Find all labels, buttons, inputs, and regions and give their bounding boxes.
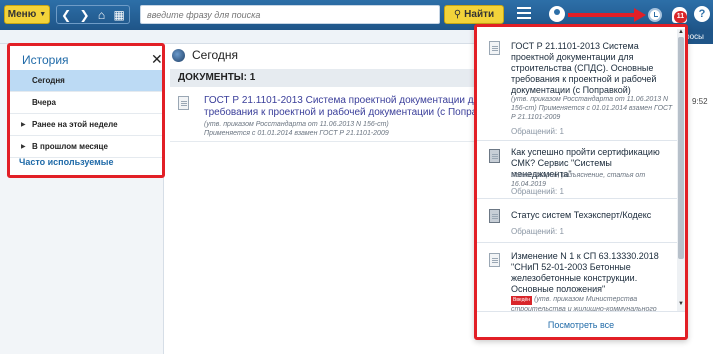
help-icon[interactable]: ? [694,6,710,22]
expand-triangle-icon: ▶ [21,144,26,150]
dropdown-item-meta: Введён (утв. приказом Министерства строит… [511,295,673,311]
home-icon[interactable]: ⌂ [98,9,105,21]
annotation-arrow-head [634,8,646,22]
dropdown-item-count: Обращений: 1 [511,187,564,196]
document-time: 9:52 [692,97,708,106]
user-icon[interactable] [549,6,565,22]
expand-triangle-icon: ▶ [21,122,26,128]
search-button[interactable]: ⚲ Найти [444,5,504,24]
history-item-label: В прошлом месяце [32,142,108,151]
article-icon [489,149,500,163]
today-label: Сегодня [192,48,238,62]
menu-button[interactable]: Меню ▼ [4,5,50,24]
dropdown-item-title[interactable]: Изменение N 1 к СП 63.13330.2018 "СНиП 5… [511,251,673,295]
document-title-line1[interactable]: ГОСТ Р 21.1101-2013 Система проектной до… [204,95,476,107]
dropdown-item-count: Обращений: 1 [511,127,564,136]
document-meta-line1: (утв. приказом Росстандарта от 11.06.201… [204,121,389,128]
dropdown-item-title[interactable]: Статус систем Техэксперт/Кодекс [511,210,673,221]
history-item-this-week[interactable]: ▶ Ранее на этой неделе [10,114,162,136]
scroll-up-icon[interactable]: ▲ [678,29,684,35]
document-row[interactable]: ГОСТ Р 21.1101-2013 Система проектной до… [170,90,476,142]
annotation-arrow-shaft [568,13,636,17]
documents-header: ДОКУМЕНТЫ: 1 [170,69,476,87]
dropdown-item[interactable]: Как успешно пройти сертификацию СМК? Сер… [477,143,677,199]
view-all-link[interactable]: Посмотреть все [477,311,685,337]
history-item-last-month[interactable]: ▶ В прошлом месяце [10,136,162,158]
history-item-yesterday[interactable]: Вчера [10,92,162,114]
dropdown-item[interactable]: Изменение N 1 к СП 63.13330.2018 "СНиП 5… [477,245,677,311]
document-icon [489,253,500,267]
search-button-label: Найти [464,9,495,20]
chevron-down-icon: ▼ [39,11,47,18]
dropdown-item-title[interactable]: ГОСТ Р 21.1101-2013 Система проектной до… [511,41,673,96]
globe-icon [172,48,185,62]
dropdown-item-meta: (утв. приказом Росстандарта от 11.06.201… [511,96,673,121]
scrollbar-thumb[interactable] [678,37,684,259]
dropdown-item[interactable]: Статус систем Техэксперт/Кодекс Обращени… [477,201,677,243]
dropdown-item-meta-text: (утв. приказом Министерства строительств… [511,296,657,311]
dropdown-item[interactable]: ГОСТ Р 21.1101-2013 Система проектной до… [477,33,677,141]
dropdown-scrollbar[interactable]: ▲ ▼ [677,29,685,311]
notification-count-badge: 11 [674,11,687,23]
close-icon[interactable]: ✕ [151,51,163,68]
document-meta: (утв. приказом Росстандарта от 11.06.201… [204,120,389,138]
article-icon [489,209,500,223]
history-item-label: Ранее на этой неделе [32,120,118,129]
back-icon[interactable]: ❮ [61,9,71,21]
history-panel: История ✕ Сегодня Вчера ▶ Ранее на этой … [7,43,165,178]
hamburger-menu-icon[interactable] [517,7,531,21]
search-icon: ⚲ [453,9,462,20]
navigation-group: ❮ ❯ ⌂ ▦ [56,5,130,24]
history-clock-icon[interactable] [648,8,662,22]
search-input[interactable] [140,5,440,24]
history-panel-title: История [22,53,69,67]
grid-icon[interactable]: ▦ [113,9,124,21]
history-item-today[interactable]: Сегодня [10,70,162,92]
recent-documents-dropdown: ГОСТ Р 21.1101-2013 Система проектной до… [474,24,688,340]
dropdown-item-count: Обращений: 1 [511,227,564,236]
today-header: Сегодня [172,48,238,62]
document-icon [178,96,189,110]
document-meta-line2: Применяется с 01.01.2014 взамен ГОСТ Р 2… [204,130,389,137]
document-title-line2[interactable]: требования к проектной и рабочей докумен… [204,107,476,119]
frequently-used-link[interactable]: Часто используемые [19,157,114,167]
forward-icon[interactable]: ❯ [80,9,90,21]
document-icon [489,41,500,55]
scroll-down-icon[interactable]: ▼ [678,301,684,307]
status-badge: Введён [511,296,533,305]
menu-label: Меню [7,9,37,20]
